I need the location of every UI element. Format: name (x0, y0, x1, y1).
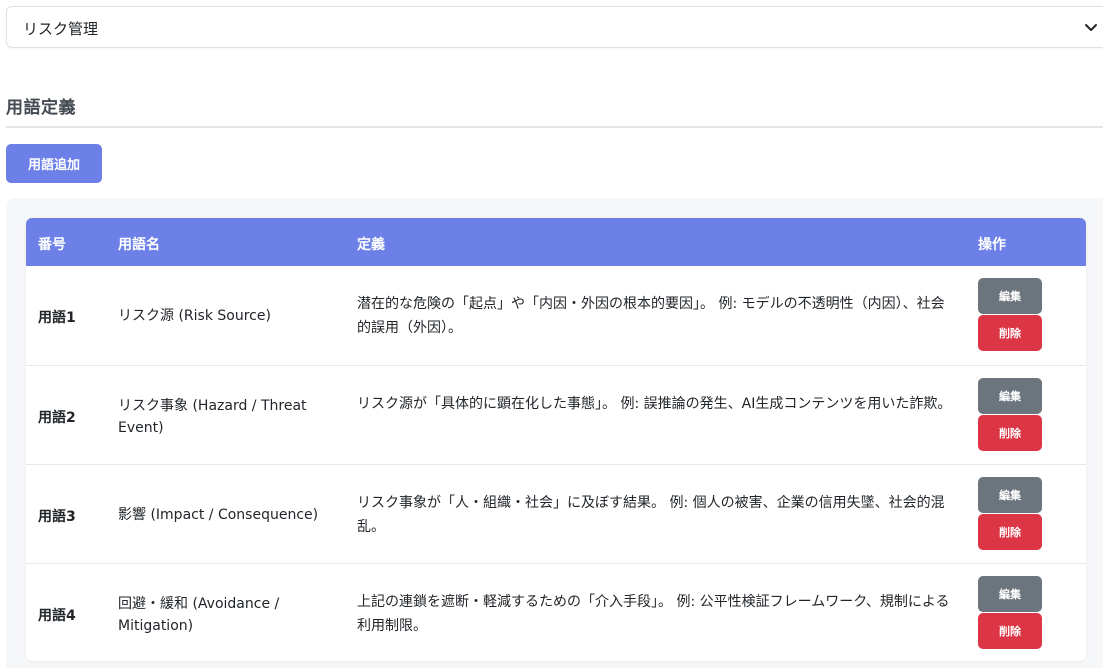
table-container: 番号 用語名 定義 操作 用語1 リスク源 (Risk Source) 潜在的な… (6, 198, 1103, 668)
header-actions: 操作 (978, 237, 1006, 253)
table-row: 用語4 回避・緩和 (Avoidance / Mitigation) 上記の連鎖… (26, 563, 1086, 661)
term-name: 回避・緩和 (Avoidance / Mitigation) (118, 596, 280, 634)
term-definition: 上記の連鎖を遮断・軽減するための「介入手段」。 例: 公平性検証フレームワーク、… (357, 594, 950, 634)
delete-button[interactable]: 削除 (978, 613, 1042, 649)
header-num: 番号 (38, 237, 66, 253)
term-definition: リスク源が「具体的に顕在化した事態」。 例: 誤推論の発生、AI生成コンテンツを… (357, 396, 952, 412)
page: リスク管理 用語定義 用語追加 番号 用語名 定義 操作 用語1 リスク源 (R… (0, 0, 1103, 668)
delete-button[interactable]: 削除 (978, 514, 1042, 550)
edit-button[interactable]: 編集 (978, 378, 1042, 414)
header-name: 用語名 (118, 237, 160, 253)
edit-button[interactable]: 編集 (978, 477, 1042, 513)
header-definition: 定義 (357, 237, 385, 253)
edit-button[interactable]: 編集 (978, 278, 1042, 314)
term-definition: リスク事象が「人・組織・社会」に及ぼす結果。 例: 個人の被害、企業の信用失墜、… (357, 495, 945, 535)
edit-button[interactable]: 編集 (978, 576, 1042, 612)
section-title: 用語定義 (6, 98, 76, 118)
term-name: リスク源 (Risk Source) (118, 308, 271, 324)
category-select-value: リスク管理 (23, 20, 99, 38)
table-row: 用語3 影響 (Impact / Consequence) リスク事象が「人・組… (26, 464, 1086, 563)
term-number: 用語2 (38, 410, 76, 426)
table-row: 用語2 リスク事象 (Hazard / Threat Event) リスク源が「… (26, 365, 1086, 464)
term-number: 用語4 (38, 608, 76, 624)
term-number: 用語3 (38, 509, 76, 525)
term-name: 影響 (Impact / Consequence) (118, 507, 319, 523)
table-row: 用語1 リスク源 (Risk Source) 潜在的な危険の「起点」や「内因・外… (26, 266, 1086, 365)
category-select[interactable]: リスク管理 (6, 6, 1103, 48)
delete-button[interactable]: 削除 (978, 315, 1042, 351)
section-divider (6, 126, 1103, 128)
table-header: 番号 用語名 定義 操作 (26, 218, 1086, 266)
term-number: 用語1 (38, 310, 76, 326)
terms-table: 番号 用語名 定義 操作 用語1 リスク源 (Risk Source) 潜在的な… (26, 218, 1086, 661)
term-name: リスク事象 (Hazard / Threat Event) (118, 398, 307, 436)
chevron-down-icon (1085, 24, 1097, 31)
term-definition: 潜在的な危険の「起点」や「内因・外因の根本的要因」。 例: モデルの不透明性（内… (357, 296, 945, 336)
delete-button[interactable]: 削除 (978, 415, 1042, 451)
add-term-button[interactable]: 用語追加 (6, 144, 102, 183)
